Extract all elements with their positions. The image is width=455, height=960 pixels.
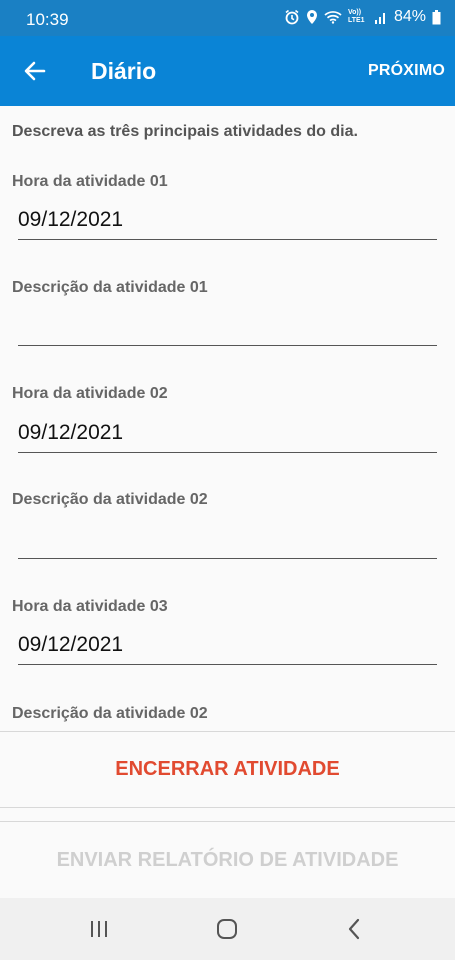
hora-atividade-03-input[interactable]: 09/12/2021 (18, 629, 437, 665)
page-title: Diário (91, 58, 157, 84)
end-activity-button[interactable]: ENCERRAR ATIVIDADE (0, 732, 455, 806)
app-bar: Diário PRÓXIMO (0, 36, 455, 106)
battery-percent: 84% (393, 8, 426, 25)
next-button[interactable]: PRÓXIMO (368, 62, 445, 80)
hora-atividade-02-input[interactable]: 09/12/2021 (18, 417, 437, 453)
arrow-left-icon (24, 61, 46, 81)
recent-apps-button[interactable] (79, 914, 119, 944)
field-label-descricao-01: Descrição da atividade 01 (12, 279, 208, 296)
status-icons: Vo)) LTE1 84% (284, 8, 441, 26)
back-button[interactable] (16, 52, 54, 90)
recent-apps-icon (91, 921, 107, 937)
wifi-icon (324, 10, 342, 24)
status-bar: 10:39 Vo)) LTE1 84% (0, 0, 455, 36)
home-button[interactable] (207, 914, 247, 944)
field-label-hora-03: Hora da atividade 03 (12, 598, 168, 615)
network-label: Vo)) LTE1 (347, 9, 365, 24)
battery-icon (432, 9, 441, 25)
form-instructions: Descreva as três principais atividades d… (12, 123, 358, 140)
field-label-descricao-03: Descrição da atividade 02 (12, 705, 208, 722)
alarm-icon (284, 9, 300, 25)
divider (0, 807, 455, 808)
field-label-descricao-02: Descrição da atividade 02 (12, 491, 208, 508)
send-report-button[interactable]: ENVIAR RELATÓRIO DE ATIVIDADE (0, 822, 455, 898)
status-time: 10:39 (26, 10, 69, 29)
descricao-atividade-02-input[interactable] (18, 523, 437, 559)
signal-icon (374, 10, 388, 24)
nav-back-button[interactable] (334, 914, 374, 944)
descricao-atividade-01-input[interactable] (18, 310, 437, 346)
system-nav-bar (0, 898, 455, 960)
form-content: Descreva as três principais atividades d… (0, 106, 455, 731)
field-label-hora-02: Hora da atividade 02 (12, 385, 168, 402)
location-icon (306, 9, 318, 25)
hora-atividade-01-input[interactable]: 09/12/2021 (18, 204, 437, 240)
field-label-hora-01: Hora da atividade 01 (12, 173, 168, 190)
back-icon (348, 918, 360, 940)
home-icon (217, 919, 237, 939)
